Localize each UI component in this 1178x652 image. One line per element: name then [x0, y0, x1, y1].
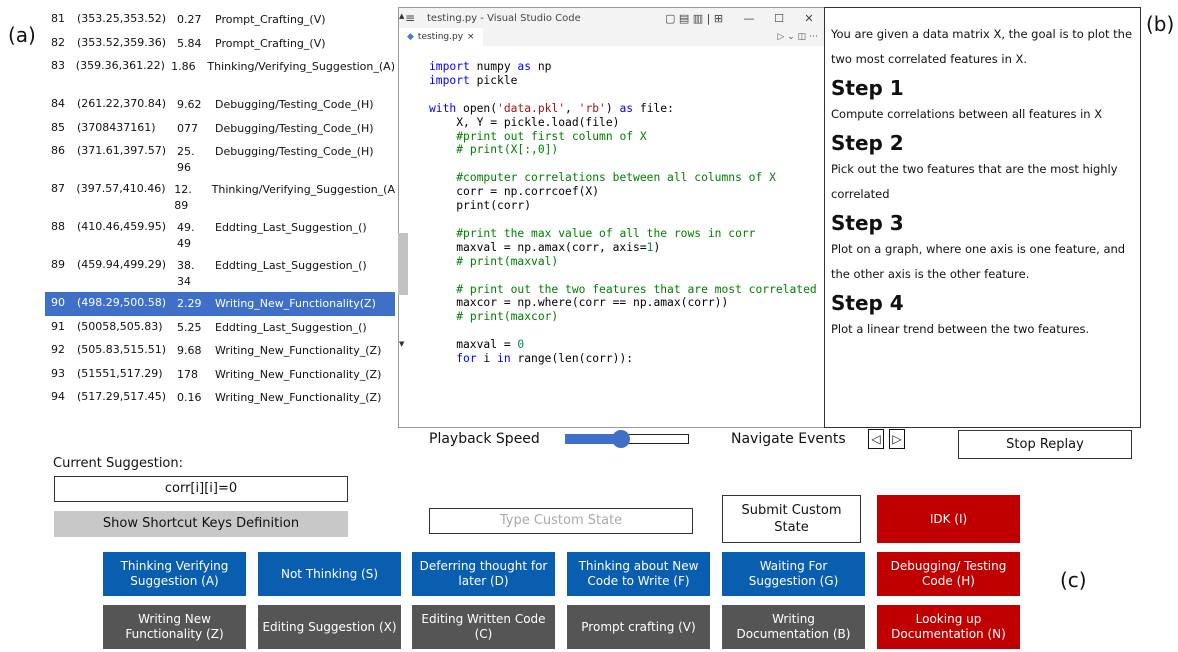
- state-waiting-button[interactable]: Waiting For Suggestion (G): [722, 552, 865, 596]
- state-thinking-new-code-button[interactable]: Thinking about New Code to Write (F): [567, 552, 710, 596]
- state-editing-written-button[interactable]: Editing Written Code (C): [412, 605, 555, 649]
- step-title: Step 1: [831, 76, 904, 100]
- event-row[interactable]: 86 (371.61,397.57) 25.96 Debugging/Testing_…: [45, 140, 395, 178]
- state-prompt-crafting-button[interactable]: Prompt crafting (V): [567, 605, 710, 649]
- current-suggestion-label: Current Suggestion:: [53, 456, 184, 471]
- state-editing-suggestion-button[interactable]: Editing Suggestion (X): [258, 605, 401, 649]
- panel-label-b: (b): [1146, 12, 1175, 36]
- event-row[interactable]: 89 (459.94,499.29) 38.34 Eddting_Last_Sugge…: [45, 254, 395, 292]
- event-row[interactable]: 88 (410.46,459.95) 49.49 Eddting_Last_Sugge…: [45, 216, 395, 254]
- state-looking-up-doc-button[interactable]: Looking up Documentation (N): [877, 605, 1020, 649]
- step-text: Plot on a graph, where one axis is one f…: [831, 242, 1126, 281]
- minimize-icon[interactable]: —: [734, 12, 764, 25]
- event-row[interactable]: 94 (517.29,517.45) 0.16 Writing_New_Functio…: [45, 386, 395, 410]
- state-debugging-button[interactable]: Debugging/ Testing Code (H): [877, 552, 1020, 596]
- panel-label-a: (a): [8, 23, 36, 47]
- step-title: Step 4: [831, 291, 904, 315]
- event-row[interactable]: 83 (359.36,361.22) 1.86 Thinking/Verifying_…: [45, 55, 395, 93]
- navigate-events-label: Navigate Events: [731, 431, 846, 447]
- event-row[interactable]: 82 (353.52,359.36) 5.84 Prompt_Crafting_(V): [45, 32, 395, 56]
- state-writing-doc-button[interactable]: Writing Documentation (B): [722, 605, 865, 649]
- python-file-icon: ◆: [407, 32, 414, 42]
- scroll-up-icon[interactable]: ▲: [399, 12, 404, 20]
- state-idk-button[interactable]: IDK (I): [877, 495, 1020, 543]
- vscode-titlebar: ≡ testing.py - Visual Studio Code ▢ ▤ ▥ …: [399, 8, 824, 28]
- event-list: 81 (353.25,353.52) 0.27 Prompt_Crafting_(V)…: [45, 8, 395, 410]
- step-title: Step 2: [831, 131, 904, 155]
- step-title: Step 3: [831, 211, 904, 235]
- event-row[interactable]: 84 (261.22,370.84) 9.62 Debugging/Testing_C…: [45, 93, 395, 117]
- step-text: Pick out the two features that are the m…: [831, 162, 1118, 201]
- event-row[interactable]: 87 (397.57,410.46) 12.89 Thinking/Verifying…: [45, 178, 395, 216]
- prev-event-button[interactable]: ◁: [868, 429, 884, 449]
- vscode-tabbar: ◆ testing.py × ▷ ⌄ ◫ ⋯: [399, 28, 824, 46]
- step-text: Compute correlations between all feature…: [831, 107, 1103, 121]
- playback-speed-label: Playback Speed: [429, 431, 540, 447]
- layout-icons[interactable]: ▢ ▤ ▥ | ⊞: [654, 12, 734, 25]
- state-thinking-verifying-button[interactable]: Thinking Verifying Suggestion (A): [103, 552, 246, 596]
- step-text: Plot a linear trend between the two feat…: [831, 322, 1090, 336]
- vscode-window: ≡ testing.py - Visual Studio Code ▢ ▤ ▥ …: [398, 7, 825, 428]
- scroll-down-icon[interactable]: ▼: [399, 340, 404, 348]
- event-row-selected[interactable]: 90 (498.29,500.58) 2.29 Writing_New_Functio…: [45, 292, 395, 316]
- editor-actions[interactable]: ▷ ⌄ ◫ ⋯: [777, 32, 824, 42]
- current-suggestion-value: corr[i][i]=0: [54, 476, 348, 502]
- event-row[interactable]: 92 (505.83,515.51) 9.68 Writing_New_Functio…: [45, 339, 395, 363]
- state-writing-new-button[interactable]: Writing New Functionality (Z): [103, 605, 246, 649]
- event-row[interactable]: 93 (51551,517.29) 178 Writing_New_Functiona…: [45, 363, 395, 387]
- state-not-thinking-button[interactable]: Not Thinking (S): [258, 552, 401, 596]
- next-event-button[interactable]: ▷: [889, 429, 905, 449]
- tab-close-icon[interactable]: ×: [467, 32, 475, 42]
- slider-thumb[interactable]: [611, 430, 630, 448]
- task-instructions: You are given a data matrix X, the goal …: [824, 7, 1141, 428]
- panel-label-c: (c): [1060, 568, 1087, 592]
- submit-custom-state-button[interactable]: Submit Custom State: [722, 495, 861, 543]
- event-row[interactable]: 85 (3708437161) 077 Debugging/Testing_Code_…: [45, 117, 395, 141]
- event-row[interactable]: 81 (353.25,353.52) 0.27 Prompt_Crafting_(V): [45, 8, 395, 32]
- close-icon[interactable]: ✕: [794, 12, 824, 25]
- show-shortcut-keys-button[interactable]: Show Shortcut Keys Definition: [54, 511, 348, 537]
- event-row[interactable]: 91 (50058,505.83) 5.25 Eddting_Last_Suggest…: [45, 316, 395, 340]
- stop-replay-button[interactable]: Stop Replay: [958, 430, 1132, 459]
- list-scrollbar-thumb[interactable]: [398, 233, 408, 295]
- task-intro: You are given a data matrix X, the goal …: [831, 27, 1133, 66]
- vscode-title: testing.py - Visual Studio Code: [427, 12, 581, 24]
- state-deferring-button[interactable]: Deferring thought for later (D): [412, 552, 555, 596]
- code-editor[interactable]: import numpy as np import pickle with op…: [399, 46, 824, 366]
- maximize-icon[interactable]: ☐: [764, 12, 794, 25]
- tab-testing-py[interactable]: ◆ testing.py ×: [399, 28, 483, 46]
- custom-state-input[interactable]: Type Custom State: [429, 508, 693, 534]
